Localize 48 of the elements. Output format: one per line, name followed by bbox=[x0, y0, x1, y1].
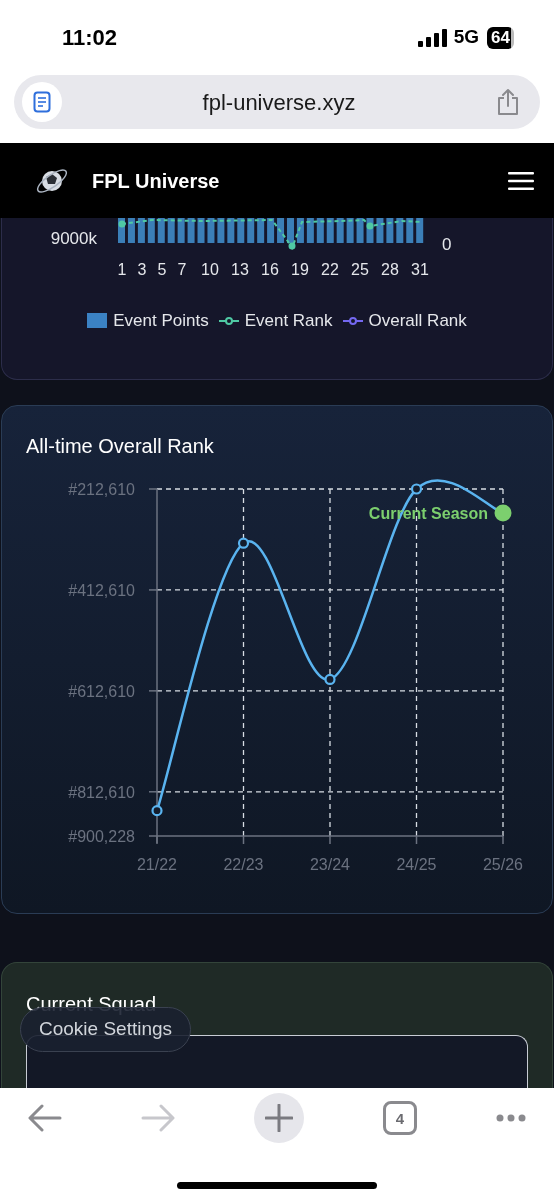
document-icon[interactable] bbox=[33, 91, 51, 113]
back-arrow-icon[interactable] bbox=[28, 1104, 62, 1132]
x-tick-label: 22/23 bbox=[223, 855, 264, 873]
data-point[interactable] bbox=[324, 673, 336, 685]
y-tick-label: #212,610 bbox=[68, 480, 135, 498]
card-title: All-time Overall Rank bbox=[26, 433, 215, 459]
axis-label: 19 bbox=[291, 261, 309, 278]
data-point[interactable] bbox=[237, 537, 250, 549]
axis-label: 31 bbox=[411, 261, 429, 278]
axis-label: 16 bbox=[261, 261, 279, 278]
current-season-point[interactable] bbox=[494, 504, 512, 522]
share-icon[interactable] bbox=[496, 88, 520, 116]
plus-icon bbox=[265, 1104, 293, 1132]
y-tick-label: #412,610 bbox=[68, 581, 135, 599]
axis-label: 10 bbox=[201, 261, 219, 278]
axis-label: 28 bbox=[381, 261, 399, 278]
y-tick-label: #612,610 bbox=[68, 682, 135, 700]
url-text: fpl-universe.xyz bbox=[201, 88, 357, 117]
x-tick-label: 25/26 bbox=[483, 855, 523, 873]
battery-indicator: 64 bbox=[487, 26, 514, 49]
new-tab-button[interactable] bbox=[254, 1093, 304, 1143]
data-point[interactable] bbox=[151, 804, 163, 817]
axis-label: 5 bbox=[157, 261, 167, 278]
tabs-button[interactable]: 4 bbox=[383, 1101, 417, 1135]
legend-label[interactable]: Overall Rank bbox=[368, 308, 467, 334]
axis-label: 25 bbox=[351, 261, 369, 278]
x-tick-label: 23/24 bbox=[310, 855, 350, 873]
y-tick-label: #812,610 bbox=[68, 783, 135, 801]
legend-label[interactable]: Event Points bbox=[113, 308, 209, 334]
data-point[interactable] bbox=[410, 483, 423, 495]
legend-label[interactable]: Event Rank bbox=[244, 308, 333, 334]
signal-icon bbox=[417, 28, 448, 47]
menu-icon[interactable] bbox=[508, 170, 534, 191]
status-time: 11:02 bbox=[62, 24, 118, 52]
axis-label: 7 bbox=[177, 261, 187, 278]
x-tick-label: 21/22 bbox=[137, 855, 177, 873]
axis-label: 1 bbox=[117, 261, 127, 278]
y-tick-label: #900,228 bbox=[68, 827, 135, 845]
network-label: 5G bbox=[453, 25, 480, 50]
axis-label: 0 bbox=[442, 235, 452, 254]
x-tick-label: 24/25 bbox=[396, 855, 437, 873]
more-icon[interactable] bbox=[496, 1114, 526, 1122]
axis-label: 9000k bbox=[50, 229, 97, 248]
site-title[interactable]: FPL Universe bbox=[92, 165, 220, 196]
address-bar[interactable]: fpl-universe.xyz bbox=[14, 75, 540, 129]
axis-label: 13 bbox=[231, 261, 249, 278]
axis-label: 22 bbox=[321, 261, 339, 278]
axis-label: 3 bbox=[137, 261, 147, 278]
